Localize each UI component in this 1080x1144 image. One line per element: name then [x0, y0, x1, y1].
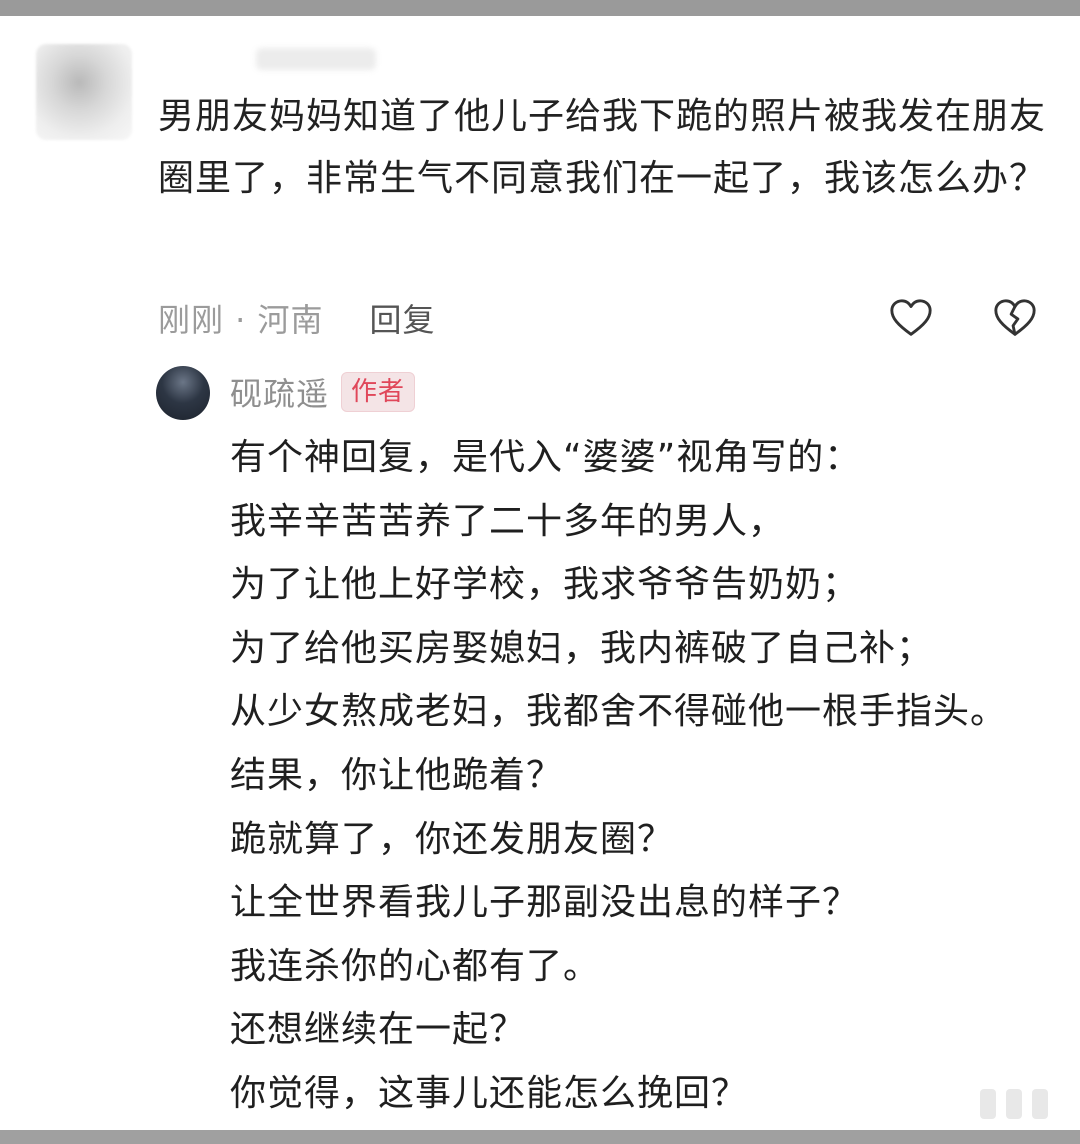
reply-text: 有个神回复，是代入“婆婆”视角写的： 我辛辛苦苦养了二十多年的男人， 为了让他上… [230, 426, 1060, 1126]
reply-line: 还想继续在一起？ [230, 1009, 527, 1051]
author-badge: 作者 [341, 372, 416, 412]
reply-line: 为了让他上好学校，我求爷爷告奶奶； [230, 564, 860, 606]
reply-line: 为了给他买房娶媳妇，我内裤破了自己补； [230, 627, 934, 669]
reply-author-avatar[interactable] [156, 366, 210, 420]
reply-line: 从少女熬成老妇，我都舍不得碰他一根手指头。 [230, 691, 1008, 733]
top-frame-bar [0, 0, 1080, 16]
reply-author-row: 砚疏遥 作者 [230, 368, 416, 416]
reply-line: 让全世界看我儿子那副没出息的样子？ [230, 882, 860, 924]
comment-text: 男朋友妈妈知道了他儿子给我下跪的照片被我发在朋友圈里了，非常生气不同意我们在一起… [158, 96, 1047, 199]
comment-meta: 刚刚 · 河南 回复 [158, 288, 436, 348]
reply-button[interactable]: 回复 [370, 295, 436, 341]
reply-line: 有个神回复，是代入“婆婆”视角写的： [230, 437, 862, 478]
reply-line: 我连杀你的心都有了。 [230, 945, 601, 987]
commenter-name-blurred [256, 48, 376, 70]
reply-line: 结果，你让他跪着？ [230, 754, 564, 796]
reply-author-name[interactable]: 砚疏遥 [230, 369, 329, 415]
watermark-mark [966, 1084, 1062, 1124]
commenter-avatar[interactable] [36, 44, 132, 140]
heart-outline-icon[interactable] [888, 295, 934, 341]
comment-time-location: 刚刚 · 河南 [158, 301, 324, 339]
reply-line: 我辛辛苦苦养了二十多年的男人， [230, 500, 786, 542]
reply-line: 你觉得，这事儿还能怎么挽回？ [230, 1072, 749, 1114]
reply-line: 跪就算了，你还发朋友圈？ [230, 818, 675, 860]
broken-heart-icon[interactable] [992, 295, 1038, 341]
bottom-frame-bar [0, 1130, 1080, 1144]
